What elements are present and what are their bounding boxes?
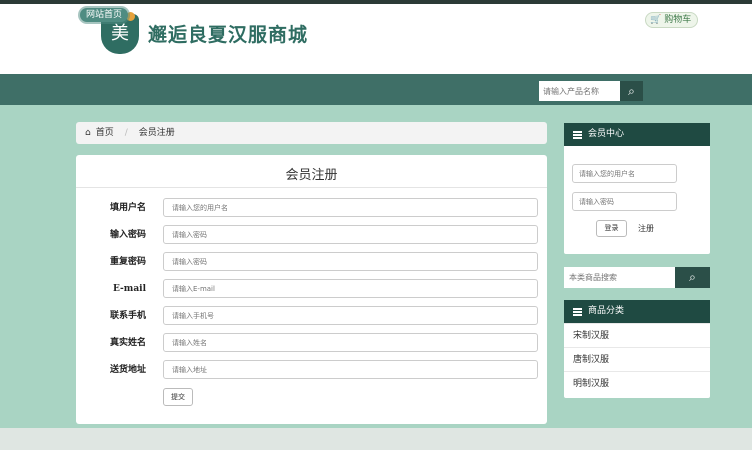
username-label: 填用户名 xyxy=(109,203,146,213)
email-label: E-mail xyxy=(113,284,146,294)
login-button[interactable]: 登录 xyxy=(596,220,627,237)
phone-label: 联系手机 xyxy=(109,311,146,321)
product-search-input[interactable] xyxy=(539,81,620,101)
username-field[interactable] xyxy=(163,198,538,217)
breadcrumb: ⌂ 首页 / 会员注册 xyxy=(76,122,547,144)
nav-search-button[interactable]: ⌕ xyxy=(620,81,643,101)
home-icon: ⌂ xyxy=(85,128,91,138)
nav-item-home[interactable]: 网站首页 xyxy=(80,0,129,31)
footer-band xyxy=(0,428,752,450)
form-row-password: 输入密码 xyxy=(76,225,547,245)
category-item-ming[interactable]: 明制汉服 xyxy=(564,371,710,395)
realname-field[interactable] xyxy=(163,333,538,352)
nav-search: ⌕ xyxy=(539,81,643,101)
cart-icon: 🛒 xyxy=(650,15,662,25)
breadcrumb-home-link[interactable]: 首页 xyxy=(96,122,114,144)
login-username-field[interactable] xyxy=(572,164,677,183)
category-panel: 商品分类 宋制汉服 唐制汉服 明制汉服 xyxy=(564,300,710,398)
member-center-panel: 会员中心 登录 注册 xyxy=(564,123,710,254)
category-title: 商品分类 xyxy=(588,306,625,316)
category-item-song[interactable]: 宋制汉服 xyxy=(564,323,710,347)
nav-item-cart[interactable]: 购物车 xyxy=(307,0,334,31)
form-row-email: E-mail xyxy=(76,279,547,299)
nav-item-showcase[interactable]: 汉服展示 xyxy=(143,0,179,31)
confirm-password-label: 重复密码 xyxy=(109,257,146,267)
realname-label: 真实姓名 xyxy=(109,338,146,348)
form-row-phone: 联系手机 xyxy=(76,306,547,326)
address-label: 送货地址 xyxy=(109,365,146,375)
form-row-username: 填用户名 xyxy=(76,198,547,218)
confirm-password-field[interactable] xyxy=(163,252,538,271)
title-divider xyxy=(76,187,547,188)
form-row-confirm-password: 重复密码 xyxy=(76,252,547,272)
header-cart-label: 购物车 xyxy=(664,15,692,25)
register-link[interactable]: 注册 xyxy=(638,220,654,237)
form-row-address: 送货地址 xyxy=(76,360,547,380)
phone-field[interactable] xyxy=(163,306,538,325)
password-field[interactable] xyxy=(163,225,538,244)
category-header: 商品分类 xyxy=(564,300,710,323)
nav-item-news[interactable]: 汉服资讯 xyxy=(252,0,288,31)
register-title: 会员注册 xyxy=(285,168,338,183)
password-label: 输入密码 xyxy=(109,230,146,240)
address-field[interactable] xyxy=(163,360,538,379)
category-search-input[interactable] xyxy=(564,267,675,288)
register-form-panel: 会员注册 填用户名 输入密码 重复密码 E-mail 联系手机 真实姓名 送货地… xyxy=(76,155,547,424)
member-center-header: 会员中心 xyxy=(564,123,710,146)
search-icon: ⌕ xyxy=(689,270,696,284)
breadcrumb-separator: / xyxy=(124,128,128,138)
member-center-title: 会员中心 xyxy=(588,129,625,139)
list-icon xyxy=(573,130,582,139)
category-search: ⌕ xyxy=(564,267,710,288)
header-cart-link[interactable]: 🛒 购物车 xyxy=(645,12,699,28)
login-password-field[interactable] xyxy=(572,192,677,211)
nav-item-ranking[interactable]: 销量排名 xyxy=(197,0,233,31)
nav-item-label: 网站首页 xyxy=(80,8,129,22)
category-item-tang[interactable]: 唐制汉服 xyxy=(564,347,710,371)
list-icon xyxy=(573,307,582,316)
breadcrumb-current: 会员注册 xyxy=(138,128,175,138)
category-search-button[interactable]: ⌕ xyxy=(675,267,710,288)
form-row-realname: 真实姓名 xyxy=(76,333,547,353)
submit-button[interactable]: 提交 xyxy=(163,388,193,406)
email-field[interactable] xyxy=(163,279,538,298)
search-icon: ⌕ xyxy=(628,84,635,98)
